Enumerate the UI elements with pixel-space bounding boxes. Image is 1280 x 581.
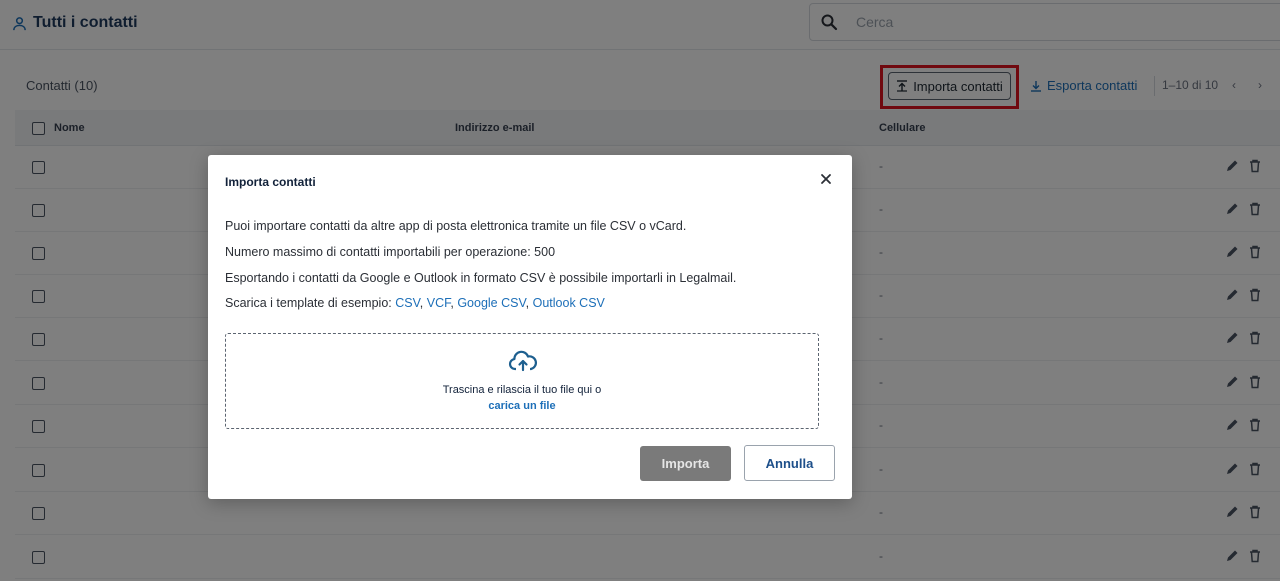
template-link-outlook-csv[interactable]: Outlook CSV (533, 296, 605, 310)
templates-line: Scarica i template di esempio: CSV, VCF,… (225, 296, 605, 310)
cloud-upload-icon (508, 350, 538, 372)
template-link-vcf[interactable]: VCF (427, 296, 451, 310)
import-contacts-dialog: Importa contatti Puoi importare contatti… (208, 155, 852, 499)
cancel-button[interactable]: Annulla (744, 445, 835, 481)
upload-file-link[interactable]: carica un file (226, 400, 818, 412)
dialog-info-line: Numero massimo di contatti importabili p… (225, 245, 556, 259)
dropzone-text: Trascina e rilascia il tuo file qui o (442, 384, 602, 396)
template-link-google-csv[interactable]: Google CSV (457, 296, 525, 310)
templates-prefix: Scarica i template di esempio: (225, 296, 396, 310)
close-icon[interactable] (818, 171, 834, 187)
template-link-csv[interactable]: CSV (395, 296, 420, 310)
dialog-title: Importa contatti (225, 175, 316, 189)
dialog-info-line: Esportando i contatti da Google e Outloo… (225, 271, 737, 285)
file-dropzone[interactable]: Trascina e rilascia il tuo file qui o ca… (225, 333, 819, 429)
dialog-info-line: Puoi importare contatti da altre app di … (225, 219, 687, 233)
import-button[interactable]: Importa (640, 446, 731, 481)
